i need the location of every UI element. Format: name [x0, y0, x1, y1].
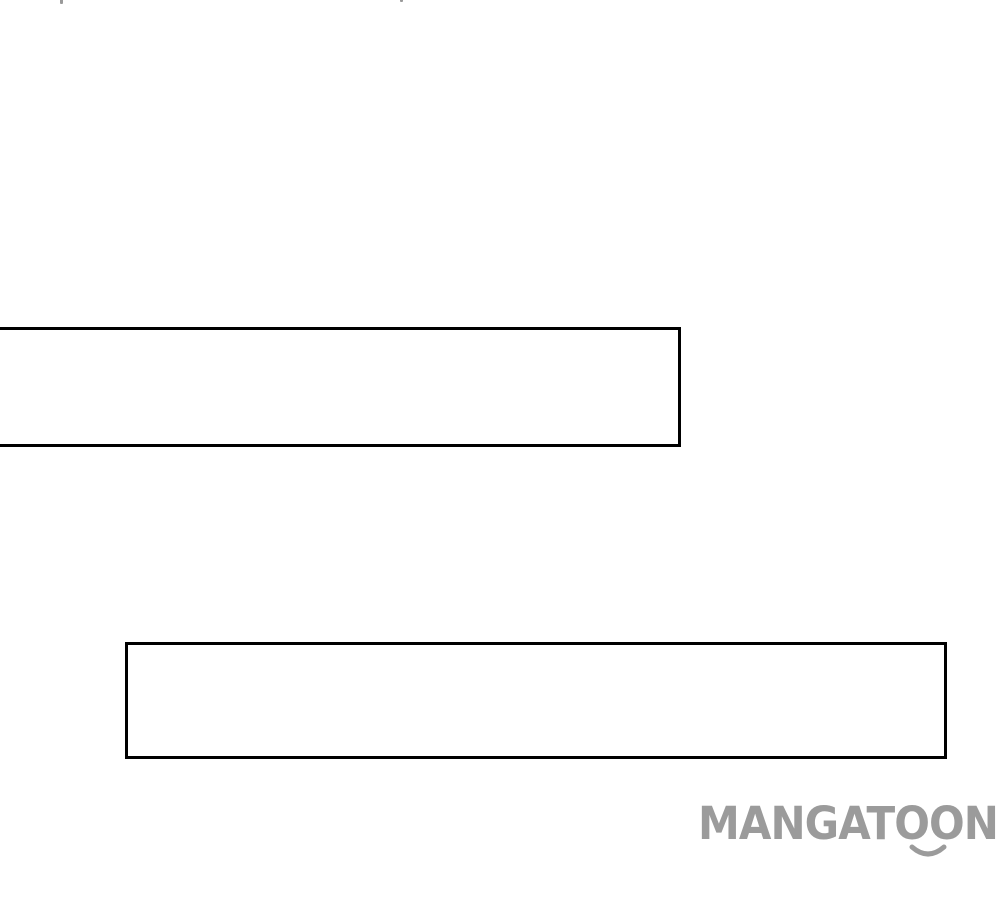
fragment-mark [60, 0, 63, 4]
fragment-mark [400, 0, 403, 2]
mangatoon-logo-graphic: MANGATOON [698, 797, 999, 857]
empty-caption-box [0, 327, 681, 447]
watermark-text: MANGATOON [698, 797, 998, 850]
mangatoon-watermark-logo: MANGATOON [698, 795, 1000, 865]
empty-caption-box [125, 642, 947, 759]
top-edge-fragment [60, 0, 420, 4]
